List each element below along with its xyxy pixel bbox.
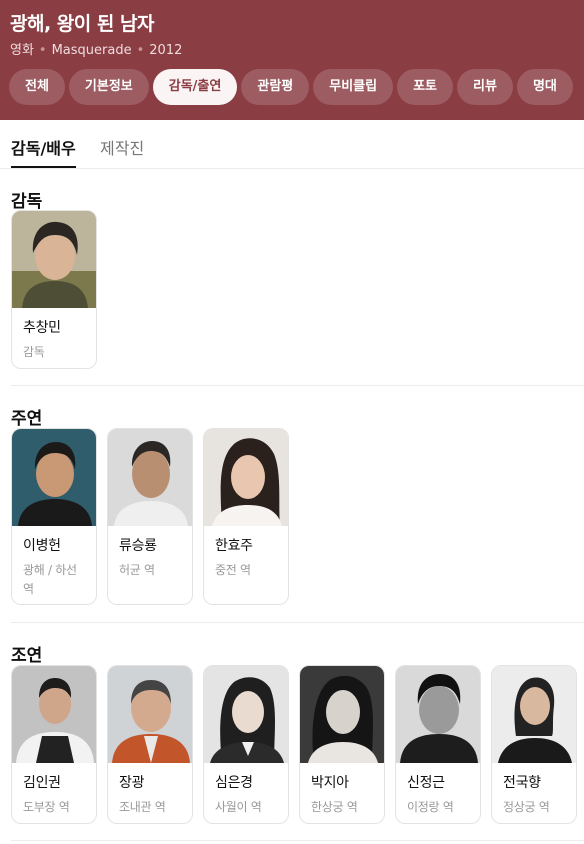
person-name: 심은경 (215, 775, 253, 791)
person-card[interactable]: 전국향 정상궁 역 (491, 665, 577, 824)
movie-meta: 영화 • Masquerade • 2012 (10, 39, 182, 58)
person-name: 김인권 (23, 775, 61, 791)
person-role: 감독 (23, 345, 45, 359)
subtab-crew[interactable]: 제작진 (100, 135, 144, 159)
person-card[interactable]: 이병헌 광해 / 하선 역 (11, 428, 97, 605)
person-role: 도부장 역 (23, 800, 70, 814)
section-title-lead: 주연 (11, 409, 43, 429)
person-role: 사월이 역 (215, 800, 262, 814)
person-photo (12, 211, 96, 308)
person-role: 조내관 역 (119, 800, 166, 814)
tab-famous-lines[interactable]: 명대 (516, 69, 573, 105)
section-divider (11, 385, 584, 386)
movie-title: 광해, 왕이 된 남자 (10, 13, 154, 35)
person-card[interactable]: 신정근 이정랑 역 (395, 665, 481, 824)
person-photo (108, 429, 192, 526)
tab-reviews[interactable]: 리뷰 (457, 69, 513, 105)
person-card[interactable]: 장광 조내관 역 (107, 665, 193, 824)
person-name: 박지아 (311, 775, 349, 791)
person-name: 류승룡 (119, 538, 157, 554)
person-role: 허균 역 (119, 563, 155, 577)
person-role: 광해 / 하선 역 (23, 563, 77, 596)
person-name: 전국향 (503, 775, 541, 791)
person-photo (12, 666, 96, 763)
section-title-director: 감독 (11, 192, 43, 212)
person-photo (396, 666, 480, 763)
separator-dot-icon: • (38, 43, 47, 58)
tab-all[interactable]: 전체 (9, 69, 65, 105)
person-name: 이병헌 (23, 538, 61, 554)
sub-tab-bar: 감독/배우 제작진 (0, 120, 584, 169)
tab-cast[interactable]: 감독/출연 (152, 69, 238, 105)
person-photo (204, 666, 288, 763)
person-photo (108, 666, 192, 763)
tab-ratings[interactable]: 관람평 (241, 69, 310, 105)
section-divider (11, 622, 584, 623)
person-card[interactable]: 류승룡 허균 역 (107, 428, 193, 605)
movie-english-title: Masquerade (51, 43, 132, 58)
person-photo (204, 429, 288, 526)
person-card[interactable]: 박지아 한상궁 역 (299, 665, 385, 824)
person-role: 이정랑 역 (407, 800, 454, 814)
person-name: 추창민 (23, 320, 61, 336)
person-photo (12, 429, 96, 526)
tab-basic-info[interactable]: 기본정보 (68, 69, 149, 105)
main-tab-bar: 전체 기본정보 감독/출연 관람평 무비클립 포토 리뷰 명대 (9, 69, 577, 105)
movie-year: 2012 (149, 43, 183, 58)
movie-header: 광해, 왕이 된 남자 영화 • Masquerade • 2012 전체 기본정보 감독/… (0, 0, 584, 120)
person-card[interactable]: 한효주 중전 역 (203, 428, 289, 605)
person-card[interactable]: 김인권 도부장 역 (11, 665, 97, 824)
tab-movie-clips[interactable]: 무비클립 (313, 69, 394, 105)
person-name: 장광 (119, 775, 145, 791)
person-name: 한효주 (215, 538, 253, 554)
person-card[interactable]: 심은경 사월이 역 (203, 665, 289, 824)
section-title-supporting: 조연 (11, 646, 43, 666)
person-photo (492, 666, 576, 763)
person-role: 중전 역 (215, 563, 251, 577)
person-photo (300, 666, 384, 763)
separator-dot-icon: • (136, 43, 145, 58)
person-role: 정상궁 역 (503, 800, 550, 814)
person-card[interactable]: 추창민 감독 (11, 210, 97, 369)
tab-photos[interactable]: 포토 (397, 69, 454, 105)
person-name: 신정근 (407, 775, 445, 791)
subtab-directors-actors[interactable]: 감독/배우 (11, 135, 76, 168)
movie-category: 영화 (10, 43, 34, 58)
section-divider (11, 840, 584, 841)
person-role: 한상궁 역 (311, 800, 358, 814)
